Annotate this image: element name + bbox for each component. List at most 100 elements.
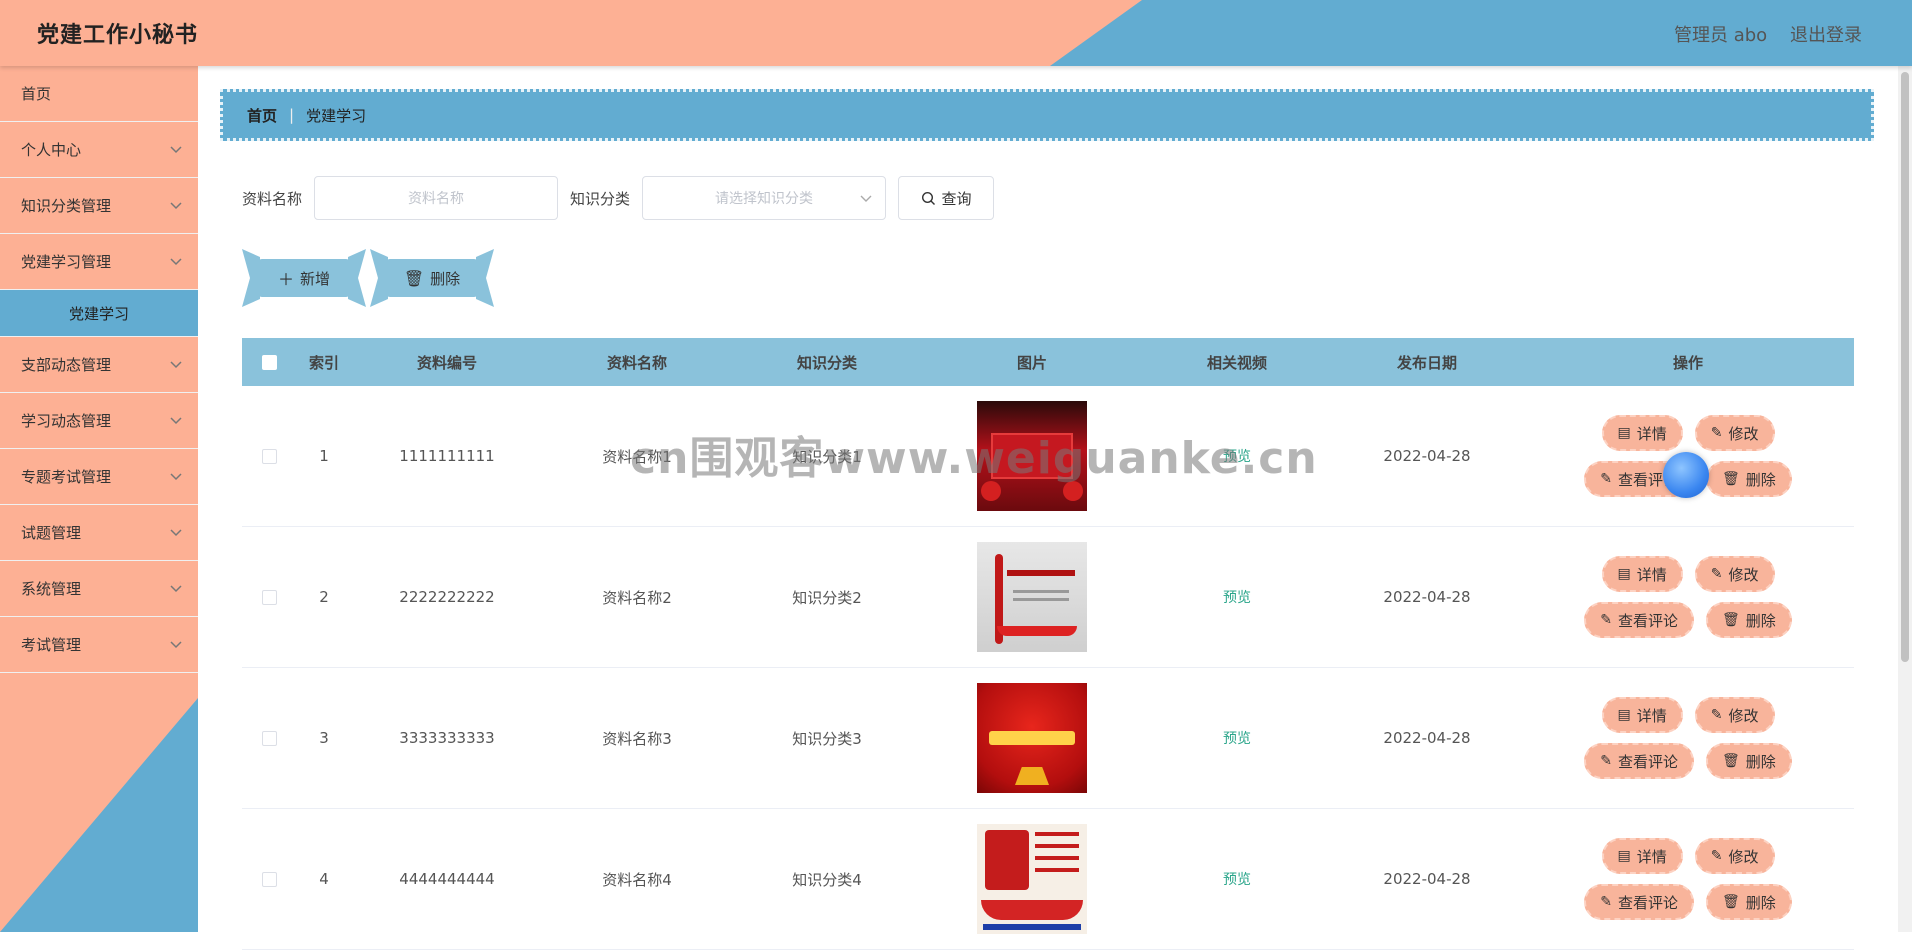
header-image: 图片 (1016, 353, 1047, 372)
select-all-checkbox[interactable] (261, 354, 277, 370)
delete-row-button[interactable]: 🗑 删除 (1705, 884, 1792, 920)
detail-button[interactable]: ▤ 详情 (1601, 556, 1683, 592)
sidebar-item-system[interactable]: 系统管理 (0, 561, 198, 617)
thumbnail-panel (985, 830, 1029, 890)
chevron-down-icon (170, 529, 182, 537)
detail-button[interactable]: ▤ 详情 (1601, 415, 1683, 451)
breadcrumb-home[interactable]: 首页 (247, 105, 277, 126)
row-checkbox[interactable] (261, 589, 277, 605)
header-peach-band (0, 0, 1142, 66)
view-comments-button[interactable]: ✎ 查看评论 (1584, 602, 1694, 638)
row-checkbox[interactable] (261, 871, 277, 887)
view-comments-label: 查看评论 (1617, 752, 1678, 771)
edit-button-label: 修改 (1728, 565, 1759, 584)
sidebar-item-study-news[interactable]: 学习动态管理 (0, 393, 198, 449)
thumbnail-slogan (989, 731, 1075, 745)
delete-row-button[interactable]: 🗑 删除 (1705, 602, 1792, 638)
category-select[interactable]: 请选择知识分类 (642, 176, 887, 220)
document-icon: ▤ (1617, 566, 1631, 582)
row-actions: ▤ 详情 ✎ 修改 ✎ 查看评论 🗑 删除 (1522, 833, 1854, 925)
table-row: 3 3333333333 资料名称3 知识分类3 预览 2022-04-28 ▤… (242, 668, 1854, 809)
delete-button-face: 🗑 删除 (386, 259, 478, 297)
view-comments-button[interactable]: ✎ 查看评论 (1584, 884, 1694, 920)
delete-row-label: 删除 (1745, 752, 1776, 771)
row-code: 3333333333 (399, 729, 495, 747)
trash-icon: 🗑 (1721, 894, 1740, 910)
sidebar-item-personal-center[interactable]: 个人中心 (0, 122, 198, 178)
detail-button[interactable]: ▤ 详情 (1601, 838, 1683, 874)
header-name: 资料名称 (606, 353, 667, 372)
row-video-cell: 预览 (1142, 728, 1332, 748)
logout-link[interactable]: 退出登录 (1790, 21, 1862, 47)
breadcrumb-current: 党建学习 (306, 106, 367, 125)
chevron-down-icon (170, 641, 182, 649)
pencil-icon: ✎ (1710, 848, 1723, 864)
thumbnail-text-line (1013, 590, 1069, 593)
delete-row-button[interactable]: 🗑 删除 (1705, 461, 1792, 497)
pencil-icon: ✎ (1710, 707, 1723, 723)
video-preview-link[interactable]: 预览 (1223, 872, 1251, 888)
chevron-down-icon (170, 361, 182, 369)
sidebar-item-knowledge-category[interactable]: 知识分类管理 (0, 178, 198, 234)
select-all-cell (242, 354, 296, 370)
chevron-down-icon (170, 202, 182, 210)
sidebar-item-topic-exam[interactable]: 专题考试管理 (0, 449, 198, 505)
sidebar-item-branch-news[interactable]: 支部动态管理 (0, 337, 198, 393)
floating-assistant-ball[interactable] (1663, 452, 1709, 498)
sidebar: 首页 个人中心 知识分类管理 党建学习管理 党建学习 支部动态管理 学习动态管理… (0, 66, 198, 932)
breadcrumb: 首页 | 党建学习 (220, 89, 1874, 141)
edit-button-label: 修改 (1728, 847, 1759, 866)
row-checkbox[interactable] (261, 448, 277, 464)
delete-row-label: 删除 (1745, 893, 1776, 912)
row-thumbnail[interactable] (977, 683, 1087, 793)
row-thumbnail[interactable] (977, 824, 1087, 934)
document-icon: ▤ (1617, 848, 1631, 864)
sidebar-item-label: 首页 (21, 85, 52, 103)
sidebar-item-label: 系统管理 (21, 580, 82, 598)
view-comments-label: 查看评论 (1617, 611, 1678, 630)
row-date: 2022-04-28 (1383, 729, 1471, 747)
detail-button-label: 详情 (1636, 424, 1667, 443)
row-checkbox[interactable] (261, 730, 277, 746)
vertical-scrollbar[interactable] (1898, 66, 1912, 932)
trash-icon: 🗑 (403, 268, 425, 288)
delete-row-button[interactable]: 🗑 删除 (1705, 743, 1792, 779)
trash-icon: 🗑 (1721, 753, 1740, 769)
row-thumbnail[interactable] (977, 542, 1087, 652)
search-bar: 资料名称 资料名称 知识分类 请选择知识分类 查询 (242, 176, 995, 220)
thumbnail-text-line (1035, 844, 1079, 848)
view-comments-button[interactable]: ✎ 查看评论 (1584, 743, 1694, 779)
scrollbar-thumb[interactable] (1901, 72, 1909, 662)
row-checkbox-cell (242, 730, 296, 746)
batch-delete-button[interactable]: 🗑 删除 (370, 249, 494, 309)
row-index: 2 (319, 588, 329, 606)
delete-button-label: 删除 (430, 269, 461, 288)
query-button[interactable]: 查询 (898, 176, 995, 220)
edit-button[interactable]: ✎ 修改 (1694, 697, 1775, 733)
video-preview-link[interactable]: 预览 (1223, 731, 1251, 747)
table-row: 2 2222222222 资料名称2 知识分类2 预览 2022-04-28 ▤… (242, 527, 1854, 668)
video-preview-link[interactable]: 预览 (1223, 590, 1251, 606)
trash-icon: 🗑 (1721, 612, 1740, 628)
sidebar-item-exam[interactable]: 考试管理 (0, 617, 198, 673)
sidebar-item-home[interactable]: 首页 (0, 66, 198, 122)
row-image-cell (922, 542, 1142, 652)
name-search-input[interactable]: 资料名称 (314, 176, 559, 220)
header-video: 相关视频 (1206, 353, 1267, 372)
watermark-text: cn围观客www.weiguanke.cn (630, 433, 1318, 484)
sidebar-item-label: 知识分类管理 (21, 197, 112, 215)
sidebar-item-party-study[interactable]: 党建学习管理 (0, 234, 198, 290)
edit-button[interactable]: ✎ 修改 (1694, 838, 1775, 874)
sidebar-subitem-party-study[interactable]: 党建学习 (0, 290, 198, 337)
pencil-icon: ✎ (1600, 894, 1612, 910)
thumbnail-text-line (1013, 598, 1069, 601)
row-video-cell: 预览 (1142, 587, 1332, 607)
row-index: 4 (319, 870, 329, 888)
add-button[interactable]: ＋ 新增 (242, 249, 366, 309)
name-label: 资料名称 (242, 189, 303, 208)
edit-button[interactable]: ✎ 修改 (1694, 556, 1775, 592)
edit-button[interactable]: ✎ 修改 (1694, 415, 1775, 451)
sidebar-item-question-bank[interactable]: 试题管理 (0, 505, 198, 561)
row-index: 3 (319, 729, 329, 747)
detail-button[interactable]: ▤ 详情 (1601, 697, 1683, 733)
